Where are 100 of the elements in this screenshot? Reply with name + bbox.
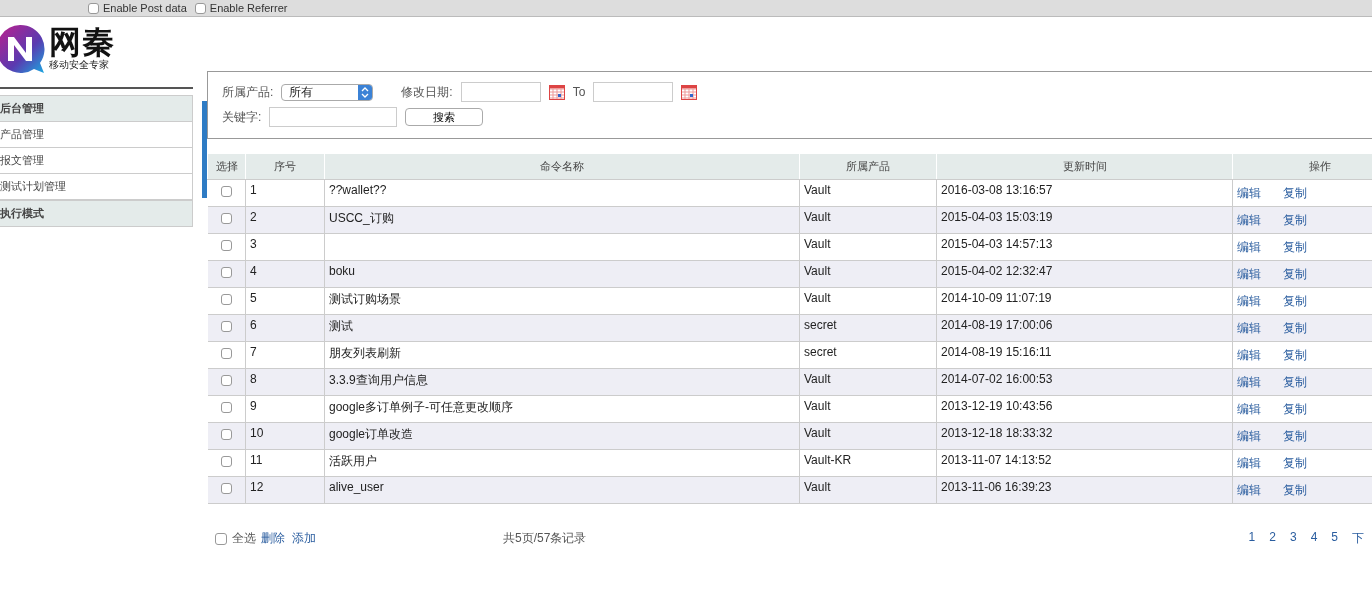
table-cell: ??wallet?? (329, 183, 387, 197)
table-cell: Vault (804, 264, 831, 278)
action-link[interactable]: 复制 (1283, 185, 1307, 200)
table-cell: 2013-12-18 18:33:32 (941, 426, 1053, 440)
row-checkbox[interactable] (220, 213, 232, 224)
row-checkbox[interactable] (220, 429, 232, 440)
table-cell: USCC_订购 (329, 211, 394, 225)
table-cell: alive_user (329, 480, 384, 494)
action-link[interactable]: 复制 (1283, 293, 1307, 308)
table-cell: Vault (804, 480, 831, 494)
action-link[interactable]: 编辑 (1237, 428, 1261, 443)
page-link[interactable]: 3 (1289, 530, 1297, 547)
action-link[interactable]: 复制 (1283, 212, 1307, 227)
table-cell: google订单改造 (329, 427, 414, 441)
action-link[interactable]: 编辑 (1237, 212, 1261, 227)
calendar-icon[interactable] (548, 84, 565, 100)
table-cell: 2015-04-03 15:03:19 (941, 210, 1053, 224)
action-link[interactable]: 编辑 (1237, 482, 1261, 497)
table-cell: 测试订购场景 (329, 292, 401, 306)
product-select[interactable]: 所有 (281, 83, 374, 101)
row-checkbox[interactable] (220, 267, 232, 278)
action-link[interactable]: 复制 (1283, 374, 1307, 389)
column-header: 选择 (207, 153, 246, 180)
action-link[interactable]: 编辑 (1237, 185, 1261, 200)
footer-link[interactable]: 删除 (261, 530, 285, 547)
table-cell: 2013-11-06 16:39:23 (941, 480, 1052, 494)
table-cell: 12 (250, 480, 264, 494)
sidebar-item[interactable]: 执行模式 (0, 200, 193, 227)
action-link[interactable]: 复制 (1283, 347, 1307, 362)
action-link[interactable]: 复制 (1283, 482, 1307, 497)
row-checkbox[interactable] (220, 240, 232, 251)
table-cell: Vault (804, 291, 831, 305)
row-checkbox[interactable] (220, 402, 232, 413)
table-cell: 2015-04-02 12:32:47 (941, 264, 1053, 278)
row-checkbox[interactable] (220, 375, 232, 386)
action-link[interactable]: 编辑 (1237, 374, 1261, 389)
table-cell: 2014-10-09 11:07:19 (941, 291, 1052, 305)
field-label: To (572, 85, 586, 99)
column-header: 操作 (1232, 153, 1372, 180)
footer-link[interactable]: 添加 (292, 530, 316, 547)
row-checkbox[interactable] (220, 456, 232, 467)
table-cell: 7 (250, 345, 257, 359)
row-checkbox[interactable] (220, 186, 232, 197)
date-to-field[interactable] (593, 82, 674, 102)
action-link[interactable]: 复制 (1283, 455, 1307, 470)
field-label: 关键字: (222, 108, 262, 126)
table-cell: secret (804, 318, 837, 332)
page-link[interactable]: 4 (1310, 530, 1318, 547)
action-link[interactable]: 编辑 (1237, 239, 1261, 254)
column-header: 更新时间 (936, 153, 1233, 180)
table-cell: 活跃用户 (329, 454, 377, 468)
table-cell: Vault (804, 237, 831, 251)
page-link[interactable]: 5 (1331, 530, 1338, 547)
splitter-handle[interactable] (202, 101, 207, 198)
action-link[interactable]: 编辑 (1237, 266, 1261, 281)
table-cell: 3 (250, 237, 257, 251)
table-cell: 2014-08-19 15:16:11 (941, 345, 1052, 359)
table-cell: 1 (250, 183, 257, 197)
action-link[interactable]: 复制 (1283, 239, 1307, 254)
checkbox[interactable] (194, 2, 206, 14)
row-checkbox[interactable] (220, 483, 232, 494)
select-all-label: 全选 (232, 530, 256, 547)
action-link[interactable]: 编辑 (1237, 401, 1261, 416)
page-link[interactable]: 1 (1248, 530, 1256, 547)
select-all-checkbox[interactable] (215, 532, 227, 545)
action-link[interactable]: 复制 (1283, 266, 1307, 281)
field-label: 修改日期: (401, 83, 453, 101)
table-cell: boku (329, 264, 356, 278)
action-link[interactable]: 复制 (1283, 428, 1307, 443)
search-button[interactable]: 搜索 (405, 108, 484, 126)
action-link[interactable]: 复制 (1283, 401, 1307, 416)
option-label: Enable Referrer (209, 1, 288, 15)
action-link[interactable]: 编辑 (1237, 347, 1261, 362)
keyword-field[interactable] (269, 107, 398, 127)
sidebar-item[interactable]: 后台管理 (0, 95, 193, 122)
action-link[interactable]: 复制 (1283, 320, 1307, 335)
action-link[interactable]: 编辑 (1237, 293, 1261, 308)
column-header: 命令名称 (324, 153, 800, 180)
action-link[interactable]: 编辑 (1237, 320, 1261, 335)
row-checkbox[interactable] (220, 348, 232, 359)
table-cell: 9 (250, 399, 257, 413)
date-from-field[interactable] (460, 82, 541, 102)
row-checkbox[interactable] (220, 321, 232, 332)
action-link[interactable]: 编辑 (1237, 455, 1261, 470)
table-cell: 2014-08-19 17:00:06 (941, 318, 1053, 332)
chevron-icon (358, 84, 373, 100)
logo-name: 网秦 (49, 26, 115, 58)
table-cell: 6 (250, 318, 257, 332)
page-link[interactable]: 2 (1269, 530, 1276, 547)
row-checkbox[interactable] (220, 294, 232, 305)
calendar-icon[interactable] (681, 84, 698, 100)
table-cell: 11 (250, 453, 263, 467)
table-cell: Vault (804, 399, 831, 413)
page-link[interactable]: 下 (1352, 530, 1364, 547)
sidebar-item[interactable]: 报文管理 (0, 148, 193, 174)
checkbox[interactable] (88, 2, 99, 14)
table-cell: Vault (804, 372, 831, 386)
table-cell: 朋友列表刷新 (329, 346, 401, 360)
table-cell: Vault-KR (804, 453, 852, 467)
sidebar-item[interactable]: 产品管理 (0, 122, 193, 148)
